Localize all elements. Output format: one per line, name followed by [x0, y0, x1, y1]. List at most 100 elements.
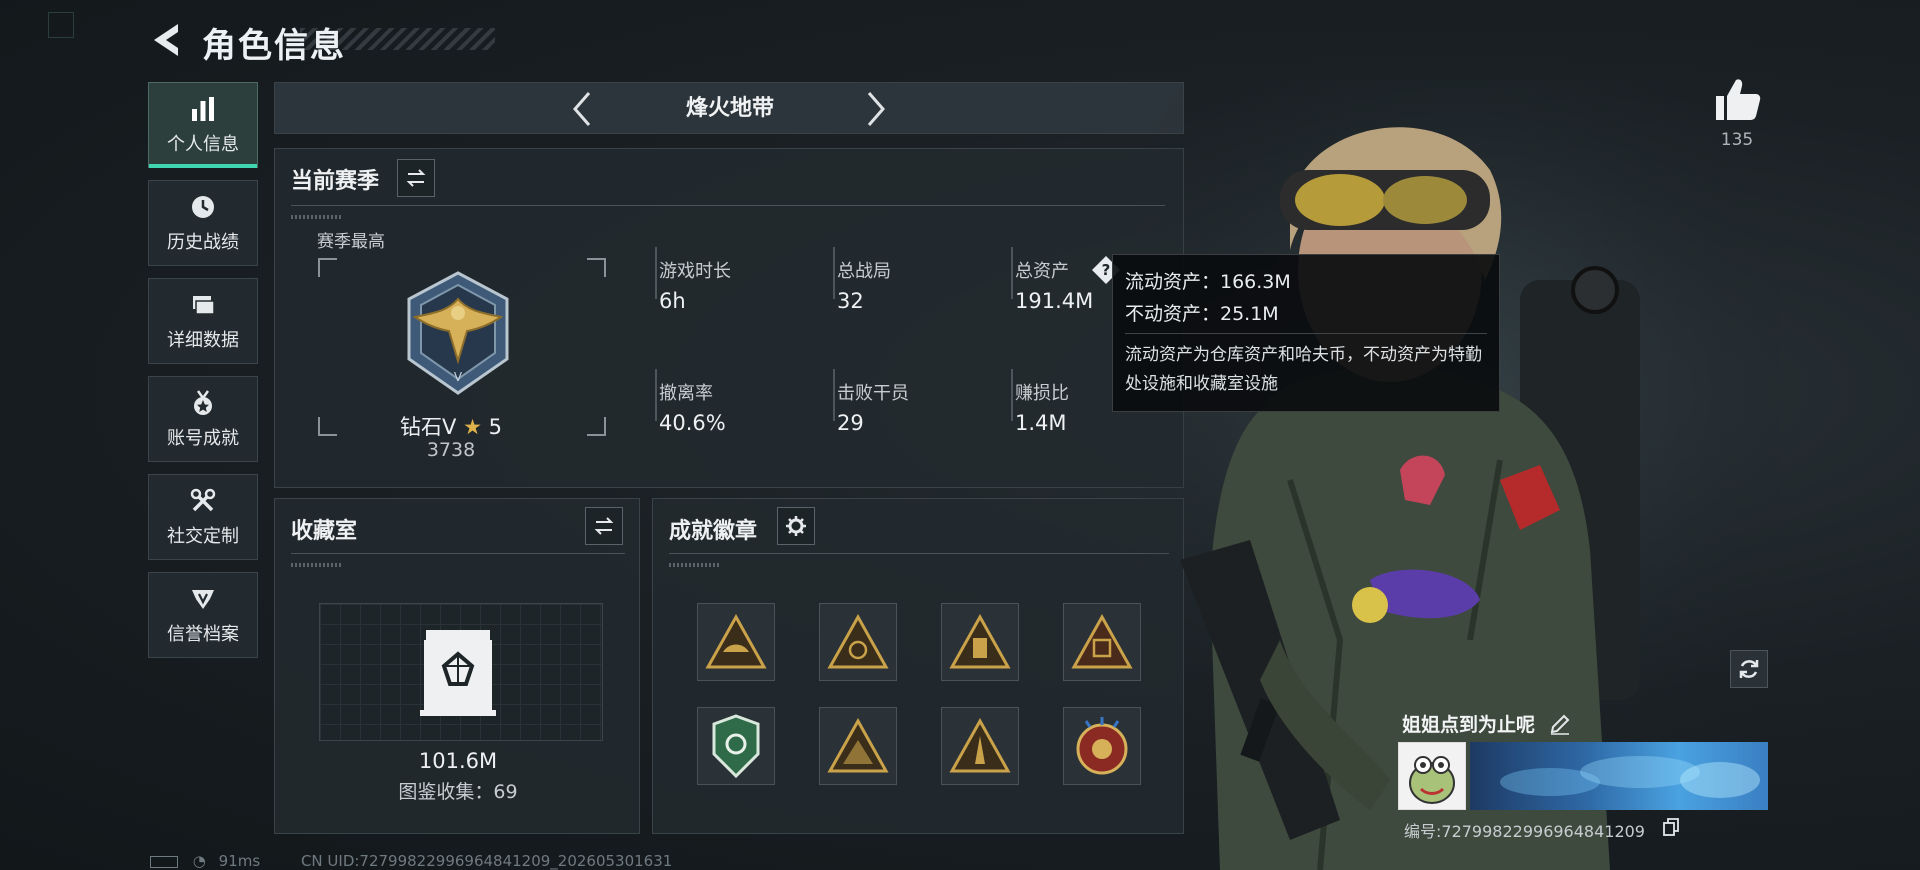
stat-value-playtime: 6h — [659, 289, 686, 313]
refresh-icon — [1739, 660, 1759, 678]
mode-title: 烽火地带 — [685, 96, 774, 121]
tooltip-divider — [1125, 333, 1487, 334]
sidebar-item-detail-data[interactable]: 详细数据 — [148, 278, 258, 364]
achievement-badge[interactable] — [1063, 707, 1141, 785]
stat-divider — [655, 247, 657, 299]
avatar[interactable] — [1398, 742, 1466, 810]
divider — [291, 553, 625, 554]
player-nickname: 姐姐点到为止呢 — [1402, 714, 1536, 736]
achievement-badge[interactable] — [941, 603, 1019, 681]
player-uid: 编号:727998229969648412​09 — [1404, 822, 1645, 841]
divider-decoration — [669, 563, 719, 567]
clock-icon — [188, 192, 218, 222]
achievement-panel: 成就徽章 — [652, 498, 1184, 834]
sidebar-item-label: 账号成就 — [167, 428, 239, 449]
stat-divider — [1011, 369, 1013, 421]
stat-value-kills: 29 — [837, 411, 864, 435]
folder-icon — [188, 290, 218, 320]
achievement-badge[interactable] — [941, 707, 1019, 785]
achievement-badge[interactable] — [697, 707, 775, 785]
sidebar-item-account-achievement[interactable]: 账号成就 — [148, 376, 258, 462]
rank-emblem-icon: V — [407, 271, 509, 395]
collection-switch-button[interactable] — [585, 507, 623, 545]
status-uid: CN UID:727998229969648412​09_20260530163… — [300, 852, 673, 870]
stat-value-matches: 32 — [837, 289, 864, 313]
stat-divider — [833, 369, 835, 421]
stat-label-playtime: 游戏时长 — [659, 261, 731, 282]
collection-room-preview — [319, 603, 603, 741]
triangle-badge-icon — [827, 614, 889, 669]
stat-value-profit-ratio: 1.4M — [1015, 411, 1067, 435]
avatar-frog-icon — [1409, 756, 1455, 804]
achievement-badge[interactable] — [1063, 603, 1141, 681]
sidebar-item-social-custom[interactable]: 社交定制 — [148, 474, 258, 560]
swap-icon — [406, 169, 426, 187]
triangle-badge-icon — [1071, 614, 1133, 669]
stat-divider — [1011, 247, 1013, 299]
assets-tooltip: 流动资产：166.3M 不动资产：25.1M 流动资产为仓库资产和哈夫币，不动资… — [1112, 254, 1500, 412]
stat-label-kills: 击败干员 — [837, 383, 909, 404]
gear-icon — [786, 516, 806, 536]
divider-decoration — [291, 215, 341, 219]
svg-text:V: V — [454, 370, 463, 384]
stat-label-matches: 总战局 — [837, 261, 891, 282]
divider-decoration — [291, 563, 341, 567]
collection-title: 收藏室 — [291, 519, 358, 544]
green-shield-badge-icon — [712, 714, 760, 778]
refresh-button[interactable] — [1730, 650, 1768, 688]
season-title: 当前赛季 — [291, 169, 380, 194]
collection-count: 图鉴收集：69 — [398, 781, 518, 803]
bar-chart-icon — [188, 94, 218, 124]
rank-stars: 5 — [488, 415, 502, 439]
triangle-badge-icon — [949, 718, 1011, 773]
sidebar-item-label: 个人信息 — [167, 134, 239, 155]
rank-score: 3738 — [426, 439, 476, 461]
page-title: 角色信息 — [202, 26, 346, 66]
edit-pencil-icon[interactable] — [1548, 712, 1572, 736]
collection-value: 101.6M — [418, 749, 498, 773]
triangle-badge-icon — [949, 614, 1011, 669]
achievement-badge[interactable] — [819, 707, 897, 785]
tools-icon — [188, 486, 218, 516]
stat-value-total-assets: 191.4M — [1015, 289, 1094, 313]
thumbs-up-icon[interactable] — [1712, 76, 1762, 122]
medal-icon — [188, 388, 218, 418]
ping-value: 91ms — [218, 852, 261, 870]
achievement-title: 成就徽章 — [669, 519, 758, 544]
like-count: 135 — [1720, 130, 1754, 150]
rank-name-row: 钻石Ⅴ ★ 5 — [327, 411, 575, 441]
sidebar-item-reputation[interactable]: 信誉档案 — [148, 572, 258, 658]
stat-label-total-assets: 总资产 — [1015, 261, 1069, 282]
stat-label-profit-ratio: 赚损比 — [1015, 383, 1069, 404]
vault-icon — [420, 630, 496, 716]
season-switch-button[interactable] — [397, 159, 435, 197]
tooltip-liquid-assets: 流动资产：166.3M — [1125, 271, 1291, 293]
achievement-settings-button[interactable] — [777, 507, 815, 545]
corner-decoration — [48, 12, 74, 38]
achievement-badge[interactable] — [697, 603, 775, 681]
triangle-badge-icon — [827, 718, 889, 773]
sidebar-item-label: 社交定制 — [167, 526, 239, 547]
achievement-badge[interactable] — [819, 603, 897, 681]
triangle-badge-icon — [705, 614, 767, 669]
svg-text:?: ? — [1102, 261, 1111, 279]
season-best-label: 赛季最高 — [317, 232, 385, 252]
mode-selector: 烽火地带 — [274, 82, 1184, 134]
sidebar-item-history[interactable]: 历史战绩 — [148, 180, 258, 266]
collection-panel[interactable]: 收藏室 101.6M 图鉴收集：69 — [274, 498, 640, 834]
tooltip-description: 流动资产为仓库资产和哈夫币，不动资产为特勤处设施和收藏室设施 — [1125, 345, 1482, 394]
sidebar-item-label: 详细数据 — [167, 330, 239, 351]
stat-divider — [833, 247, 835, 299]
tooltip-fixed-assets: 不动资产：25.1M — [1125, 303, 1279, 325]
sidebar-item-label: 历史战绩 — [167, 232, 239, 253]
red-round-badge-icon — [1076, 717, 1128, 775]
next-mode-arrow-icon[interactable] — [855, 89, 895, 129]
stat-divider — [655, 369, 657, 421]
sidebar-item-personal-info[interactable]: 个人信息 — [148, 82, 258, 168]
stat-label-extract-rate: 撤离率 — [659, 383, 713, 404]
copy-icon[interactable] — [1662, 818, 1680, 836]
profile-banner — [1470, 742, 1768, 810]
divider — [291, 205, 1165, 206]
swap-icon — [594, 517, 614, 535]
back-arrow-icon[interactable] — [148, 20, 184, 60]
